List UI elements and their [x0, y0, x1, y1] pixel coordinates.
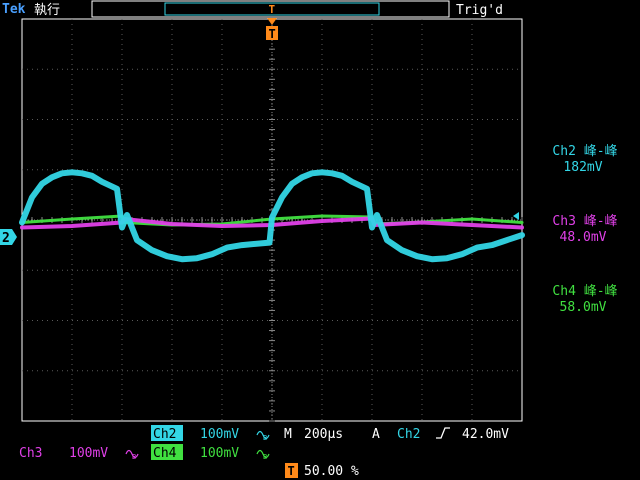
position-T-label: T	[288, 464, 295, 478]
svg-text:B: B	[263, 453, 267, 461]
measurement-value: 182mV	[563, 160, 602, 175]
trigger-status: Trig'd	[456, 3, 503, 18]
ch4-name: Ch4	[153, 446, 177, 461]
horizontal-position-value: 50.00 %	[304, 464, 359, 479]
ch2-name: Ch2	[153, 427, 176, 442]
screen-background	[0, 0, 640, 480]
timebase-value: 200µs	[304, 427, 343, 442]
ch2-ground-label: 2	[2, 231, 10, 246]
trigger-source: Ch2	[397, 427, 420, 442]
brand-logo: Tek	[2, 2, 26, 17]
ch2-scale: 100mV	[200, 427, 239, 442]
horizontal-position-readout[interactable]: T 50.00 %	[285, 463, 359, 479]
trigger-mode: A	[372, 427, 380, 442]
trigger-marker-label: T	[269, 27, 276, 41]
timebase-prefix: M	[284, 427, 292, 442]
ch3-name: Ch3	[19, 446, 42, 461]
measurement-label: Ch3 峰-峰	[552, 214, 617, 229]
svg-text:B: B	[263, 434, 267, 442]
oscilloscope-screen: Tek 執行 Trig'd T T 2 Ch2 峰-峰182mVCh3 峰-峰4…	[0, 0, 640, 480]
svg-text:B: B	[132, 453, 136, 461]
ch3-scale: 100mV	[69, 446, 108, 461]
measurement-label: Ch2 峰-峰	[552, 144, 617, 159]
measurement-value: 48.0mV	[560, 230, 607, 245]
ch4-scale: 100mV	[200, 446, 239, 461]
record-trigger-label: T	[269, 3, 276, 16]
acquisition-state: 執行	[34, 2, 60, 18]
measurement-label: Ch4 峰-峰	[552, 284, 617, 299]
trigger-level: 42.0mV	[462, 427, 509, 442]
measurement-value: 58.0mV	[560, 300, 607, 315]
